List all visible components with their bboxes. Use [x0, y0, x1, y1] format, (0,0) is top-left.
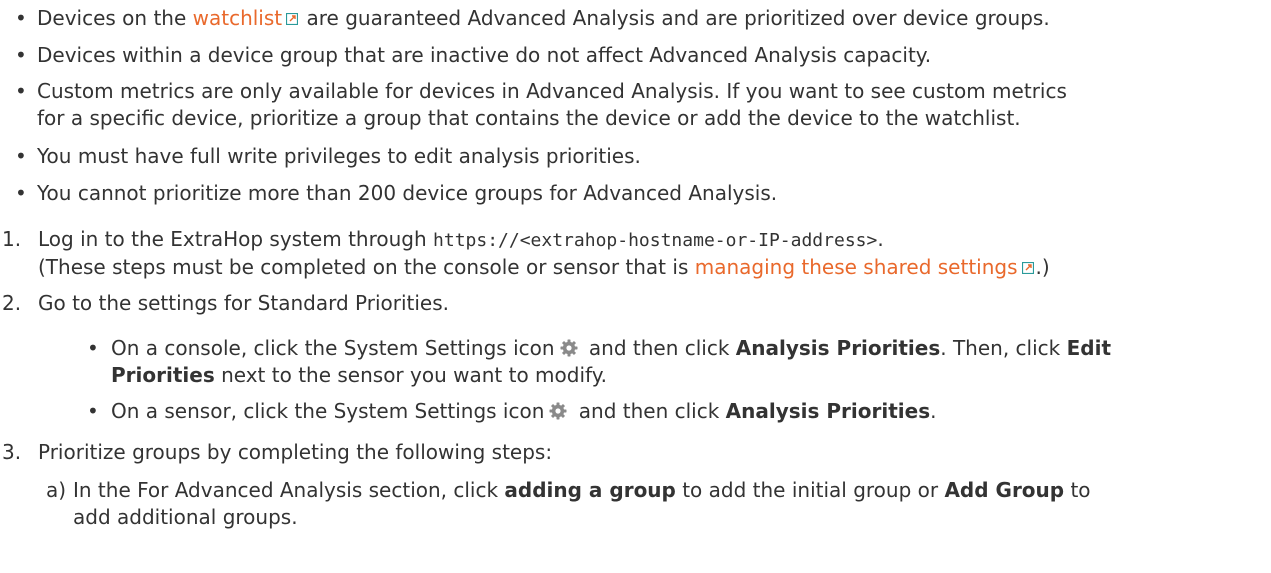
- substep-label: a): [46, 478, 67, 502]
- step-2: 2. Go to the settings for Standard Prior…: [2, 290, 1238, 317]
- step-text: add additional groups.: [73, 505, 298, 529]
- shared-settings-link[interactable]: managing these shared settings: [695, 255, 1018, 279]
- bullet: •: [15, 181, 27, 205]
- bullet-text: for a specific device, prioritize a grou…: [37, 106, 1021, 130]
- ui-label: adding a group: [504, 478, 676, 502]
- watchlist-link[interactable]: watchlist: [193, 6, 283, 30]
- bullet: •: [87, 336, 99, 360]
- step-number: 2.: [2, 291, 22, 315]
- step-text: and then click: [582, 336, 736, 360]
- list-item: • Devices within a device group that are…: [15, 42, 1237, 69]
- bullet: •: [15, 144, 27, 168]
- step-text: . Then, click: [940, 336, 1067, 360]
- step-text: Go to the settings for Standard Prioriti…: [38, 291, 450, 315]
- step-note: .): [1035, 255, 1050, 279]
- bullet-text: Devices within a device group that are i…: [37, 43, 932, 67]
- step-text: .: [930, 399, 937, 423]
- ui-label: Analysis Priorities: [725, 399, 931, 423]
- step-text: Prioritize groups by completing the foll…: [38, 440, 553, 464]
- gear-icon[interactable]: [559, 338, 579, 358]
- external-link-icon[interactable]: [1021, 262, 1034, 274]
- step-text: On a sensor, click the System Settings i…: [111, 399, 545, 423]
- step-text: In the For Advanced Analysis section, cl…: [73, 478, 505, 502]
- step-number: 3.: [2, 440, 22, 464]
- bullet-text: Custom metrics are only available for de…: [37, 79, 1067, 103]
- list-item: • On a sensor, click the System Settings…: [87, 398, 1251, 425]
- ui-label: Analysis Priorities: [735, 336, 941, 360]
- external-link-icon[interactable]: [286, 13, 299, 25]
- gear-icon[interactable]: [548, 401, 568, 421]
- step-number: 1.: [2, 227, 22, 251]
- step-text: next to the sensor you want to modify.: [214, 363, 608, 387]
- step-text: .: [877, 227, 884, 251]
- bullet: •: [15, 6, 27, 30]
- step-text: On a console, click the System Settings …: [111, 336, 555, 360]
- substep-a: a) In the For Advanced Analysis section,…: [46, 477, 1253, 531]
- step-text: and then click: [572, 399, 726, 423]
- step-3: 3. Prioritize groups by completing the f…: [2, 439, 1238, 466]
- list-item: • Custom metrics are only available for …: [15, 78, 1237, 132]
- ui-label: Add Group: [944, 478, 1065, 502]
- list-item: • On a console, click the System Setting…: [87, 335, 1251, 389]
- url-code: https://<extrahop-hostname-or-IP-address…: [433, 230, 878, 251]
- bullet-text: You must have full write privileges to e…: [37, 144, 641, 168]
- bullet-text: Devices on the: [37, 6, 193, 30]
- bullet-text: You cannot prioritize more than 200 devi…: [37, 181, 778, 205]
- step-note: (These steps must be completed on the co…: [38, 255, 695, 279]
- bullet-text: are guaranteed Advanced Analysis and are…: [300, 6, 1050, 30]
- step-text: to: [1064, 478, 1091, 502]
- ui-label: Priorities: [111, 363, 215, 387]
- ui-label: Edit: [1066, 336, 1112, 360]
- step-text: Log in to the ExtraHop system through: [38, 227, 434, 251]
- list-item: • You must have full write privileges to…: [15, 143, 1237, 170]
- list-item: • You cannot prioritize more than 200 de…: [15, 180, 1237, 207]
- bullet: •: [87, 399, 99, 423]
- step-1: 1. Log in to the ExtraHop system through…: [2, 226, 1238, 281]
- bullet: •: [15, 79, 27, 103]
- step-text: to add the initial group or: [675, 478, 945, 502]
- bullet: •: [15, 43, 27, 67]
- list-item: • Devices on the watchlist are guarantee…: [15, 5, 1237, 32]
- document-page: • Devices on the watchlist are guarantee…: [0, 0, 1271, 573]
